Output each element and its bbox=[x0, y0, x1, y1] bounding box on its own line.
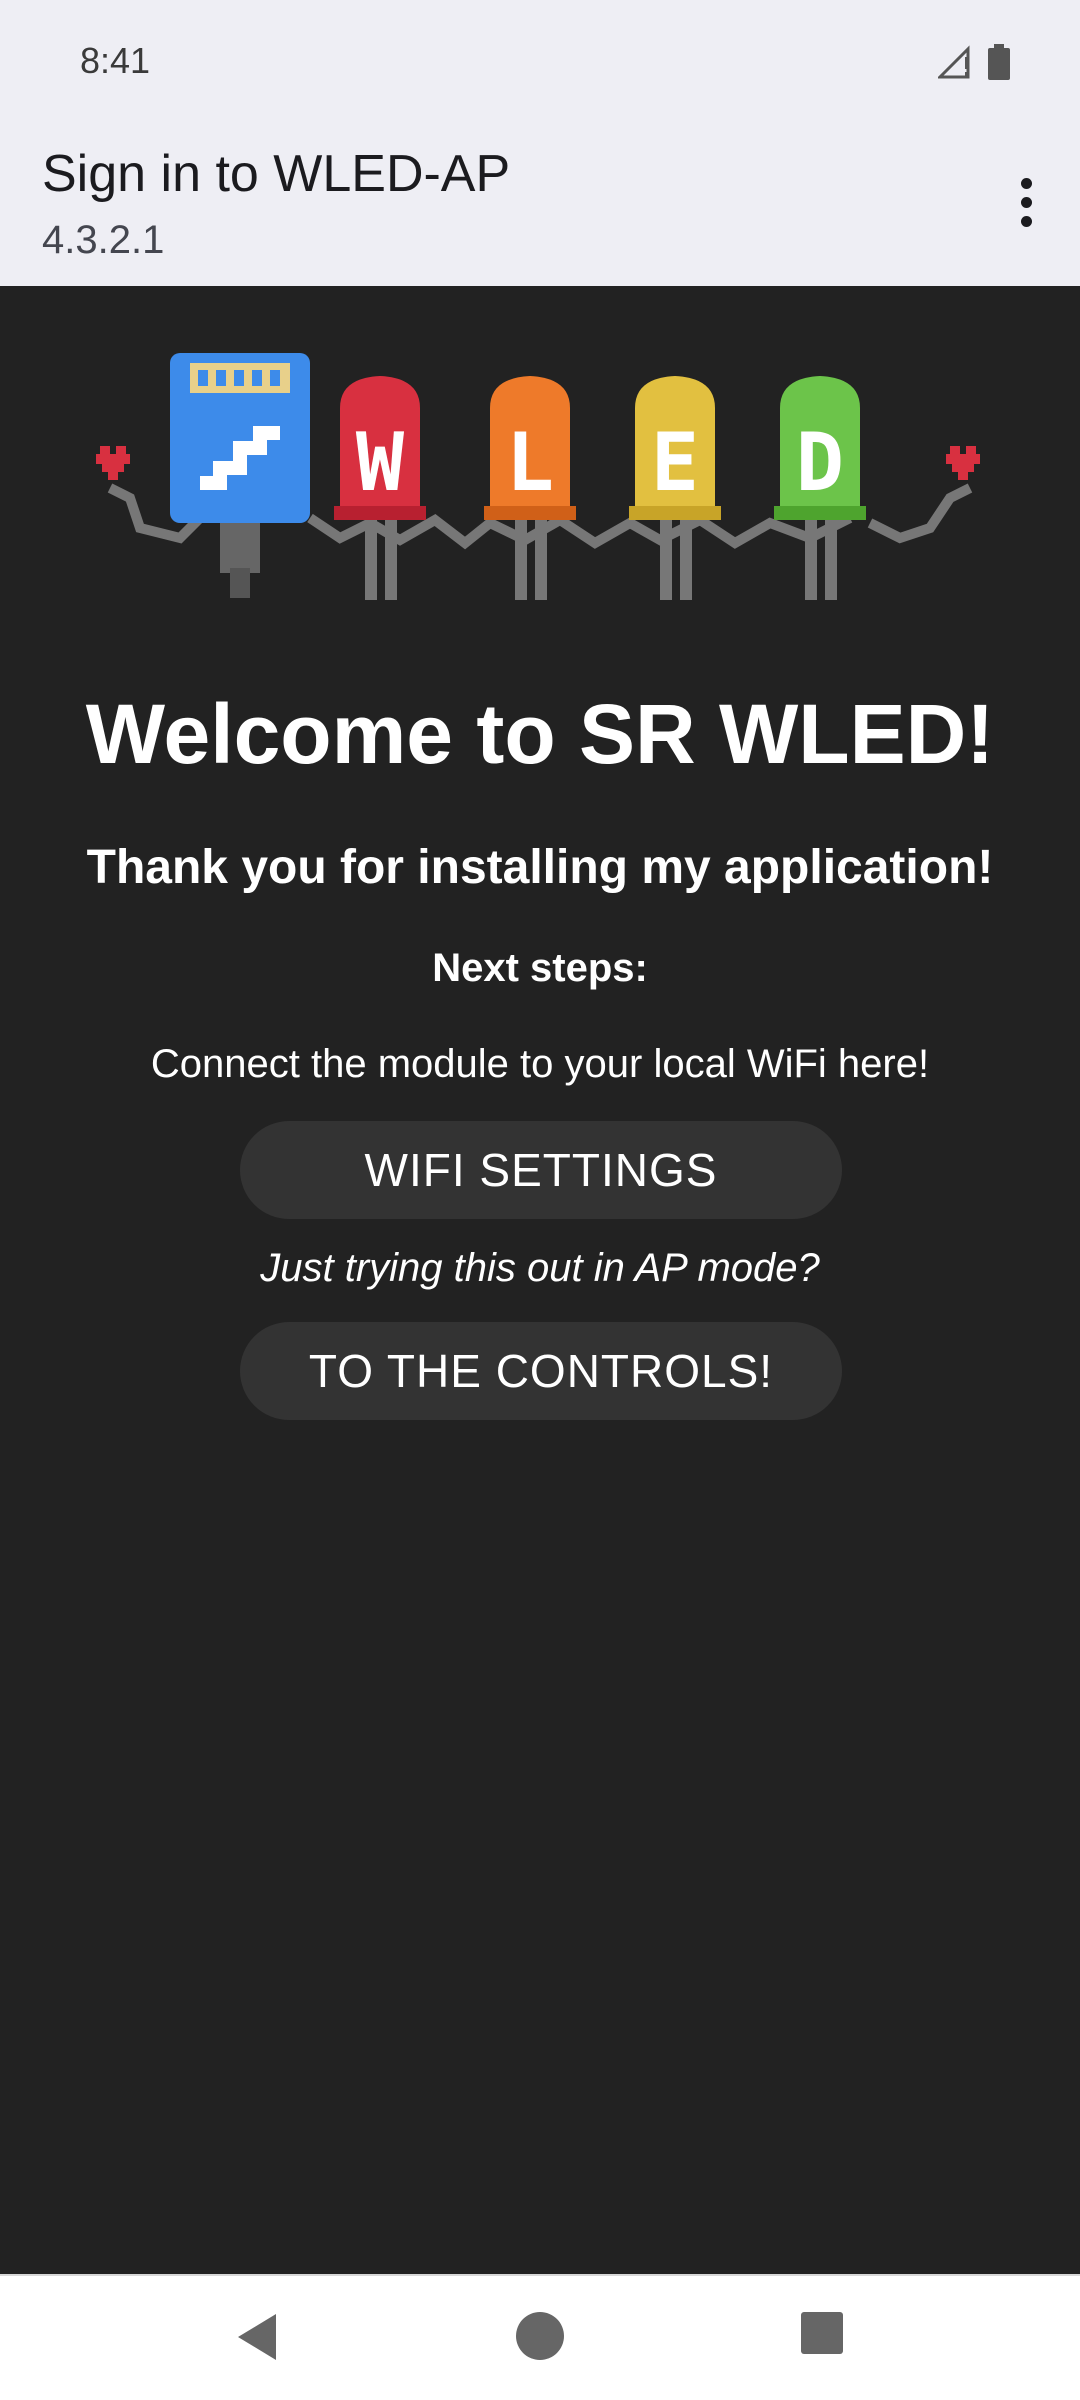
status-bar: 8:41 bbox=[0, 0, 1080, 130]
led-orange: L bbox=[484, 376, 576, 600]
led-yellow: E bbox=[629, 376, 721, 600]
more-vert-icon[interactable] bbox=[994, 158, 1058, 246]
battery-icon bbox=[988, 44, 1010, 85]
main-content: W L E D Welcome to SR WLED! Thank you fo… bbox=[0, 286, 1080, 2274]
thanks-text: Thank you for installing my application! bbox=[86, 841, 994, 894]
heart-left-icon bbox=[96, 446, 130, 480]
connect-instructions: Connect the module to your local WiFi he… bbox=[150, 1042, 930, 1086]
signal-no-data-icon bbox=[936, 45, 972, 84]
heart-right-icon bbox=[946, 446, 980, 480]
next-steps-heading: Next steps: bbox=[432, 946, 648, 990]
back-icon[interactable] bbox=[232, 2310, 282, 2369]
status-icons bbox=[936, 44, 1010, 85]
led-letter-d: D bbox=[796, 416, 844, 509]
wifi-settings-button[interactable]: WIFI SETTINGS bbox=[240, 1121, 842, 1219]
recents-icon[interactable] bbox=[799, 2310, 845, 2361]
led-red: W bbox=[334, 376, 426, 600]
wled-logo: W L E D bbox=[96, 353, 980, 600]
ap-mode-text: Just trying this out in AP mode? bbox=[260, 1246, 820, 1290]
led-letter-l: L bbox=[506, 416, 554, 509]
welcome-heading: Welcome to SR WLED! bbox=[85, 687, 995, 781]
led-green: D bbox=[774, 376, 866, 600]
page-subtitle-address: 4.3.2.1 bbox=[42, 218, 165, 262]
led-blue bbox=[170, 353, 310, 598]
to-controls-button[interactable]: TO THE CONTROLS! bbox=[240, 1322, 842, 1420]
navigation-bar bbox=[0, 2274, 1080, 2400]
home-icon[interactable] bbox=[514, 2310, 566, 2367]
page-title: Sign in to WLED-AP bbox=[42, 145, 511, 203]
status-time: 8:41 bbox=[80, 40, 151, 81]
led-letter-e: E bbox=[651, 416, 699, 509]
app-bar: Sign in to WLED-AP 4.3.2.1 bbox=[0, 130, 1080, 286]
led-letter-w: W bbox=[356, 416, 405, 509]
